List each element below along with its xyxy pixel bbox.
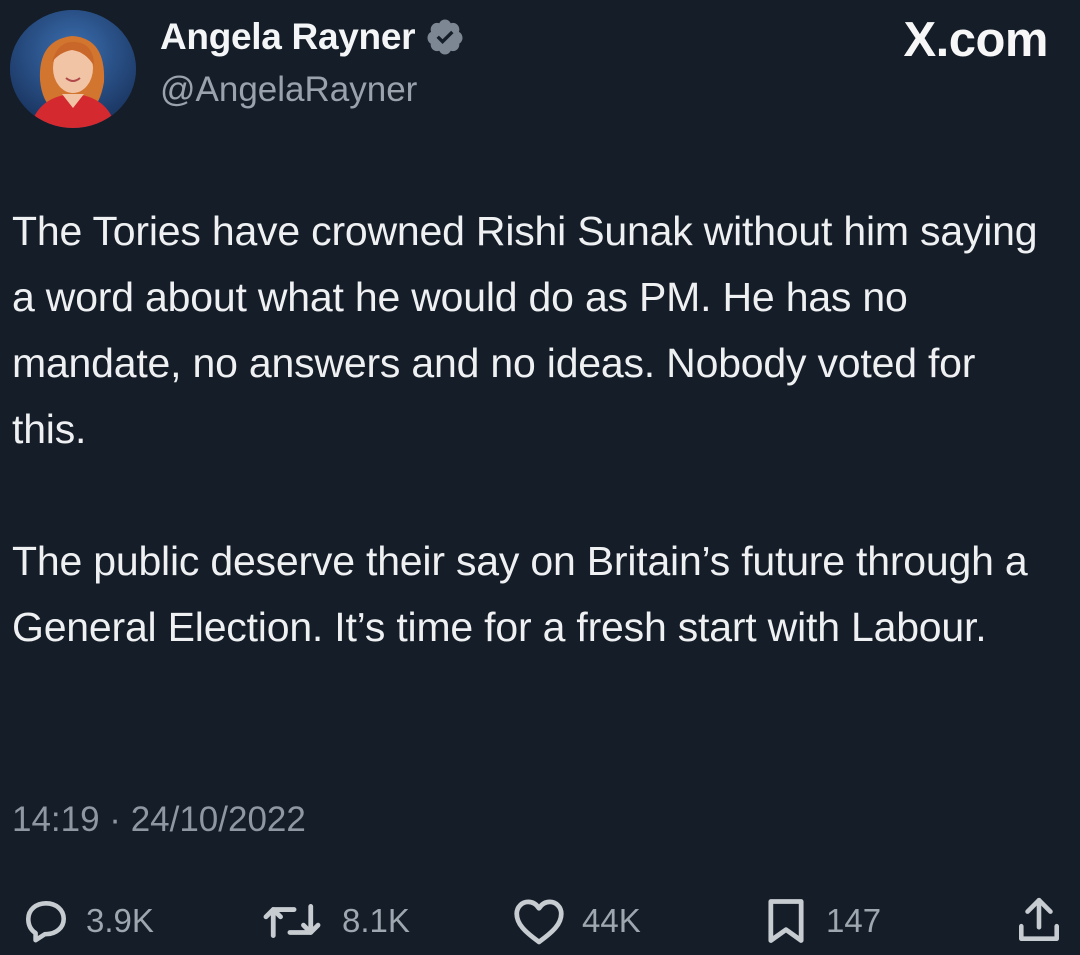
bookmark-count: 147 bbox=[826, 902, 882, 939]
action-bar: 3.9K 8.1K 44K 147 bbox=[0, 888, 1080, 954]
bookmark-button[interactable]: 147 bbox=[760, 888, 881, 954]
share-button[interactable] bbox=[1014, 888, 1064, 954]
tweet-timestamp[interactable]: 14:19 · 24/10/2022 bbox=[12, 800, 306, 840]
repost-count: 8.1K bbox=[342, 902, 410, 939]
bookmark-icon bbox=[768, 899, 804, 943]
like-count: 44K bbox=[582, 902, 641, 939]
brand-label: X.com bbox=[903, 13, 1048, 67]
repost-icon bbox=[263, 904, 321, 938]
avatar[interactable] bbox=[10, 10, 136, 128]
reply-button[interactable]: 3.9K bbox=[20, 888, 154, 954]
like-button[interactable]: 44K bbox=[510, 888, 641, 954]
tweet-paragraph-1: The Tories have crowned Rishi Sunak with… bbox=[12, 208, 1038, 452]
avatar-image bbox=[10, 10, 136, 128]
reply-count: 3.9K bbox=[86, 902, 154, 939]
tweet-paragraph-2: The public deserve their say on Britain’… bbox=[12, 538, 1028, 650]
heart-icon bbox=[514, 899, 564, 945]
reply-icon bbox=[26, 901, 66, 943]
tweet-text: The Tories have crowned Rishi Sunak with… bbox=[12, 198, 1052, 660]
verified-badge-icon bbox=[427, 19, 463, 55]
repost-button[interactable]: 8.1K bbox=[256, 888, 410, 954]
author-name-row: Angela Rayner bbox=[160, 16, 465, 58]
author-display-name[interactable]: Angela Rayner bbox=[160, 16, 416, 58]
share-icon bbox=[1019, 897, 1059, 941]
author-handle[interactable]: @AngelaRayner bbox=[160, 70, 417, 110]
